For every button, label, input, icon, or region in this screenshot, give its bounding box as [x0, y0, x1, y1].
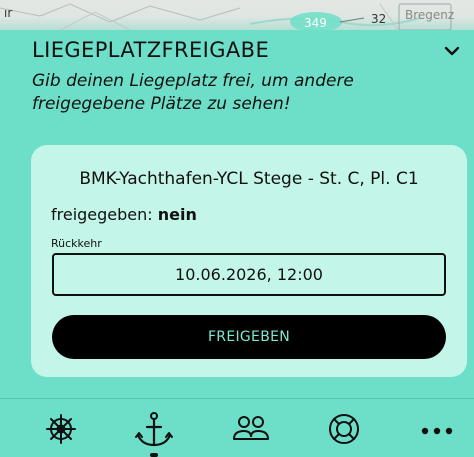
- people-icon: [233, 416, 269, 440]
- return-datetime-field[interactable]: 10.06.2026, 12:00: [52, 253, 446, 296]
- return-label: Rückkehr: [51, 237, 102, 250]
- tab-community[interactable]: [231, 411, 271, 451]
- berth-card: BMK-Yachthafen-YCL Stege - St. C, Pl. C1…: [31, 145, 467, 377]
- map-label: 349: [304, 16, 327, 30]
- anchor-icon: [135, 412, 173, 447]
- more-dots-icon: [421, 427, 453, 435]
- tab-more[interactable]: [417, 411, 457, 451]
- tab-helm[interactable]: [43, 411, 83, 451]
- status-value: nein: [157, 205, 197, 224]
- sheet-title: LIEGEPLATZFREIGABE: [32, 38, 270, 62]
- map-roads: [0, 3, 452, 30]
- map-label: Bregenz: [405, 8, 455, 22]
- map-label: 32: [371, 12, 387, 26]
- bottom-tab-bar: [0, 398, 474, 457]
- berth-release-sheet: LIEGEPLATZFREIGABE Gib deinen Liegeplatz…: [0, 30, 474, 403]
- release-status: freigegeben: nein: [51, 205, 197, 224]
- release-button[interactable]: FREIGEBEN: [52, 315, 446, 359]
- status-label: freigegeben:: [51, 205, 153, 224]
- berth-name: BMK-Yachthafen-YCL Stege - St. C, Pl. C1: [79, 169, 419, 189]
- lifebuoy-icon: [329, 414, 359, 444]
- map-label: ır: [4, 6, 13, 20]
- tab-berth[interactable]: [134, 411, 174, 451]
- chevron-down-icon[interactable]: [441, 42, 463, 60]
- tab-help[interactable]: [326, 411, 366, 451]
- sheet-subtitle: Gib deinen Liegeplatz frei, um andere fr…: [32, 71, 354, 114]
- active-tab-indicator: [150, 453, 158, 457]
- ship-wheel-icon: [46, 414, 76, 444]
- map-background[interactable]: ır 349 32 Bregenz: [0, 0, 474, 30]
